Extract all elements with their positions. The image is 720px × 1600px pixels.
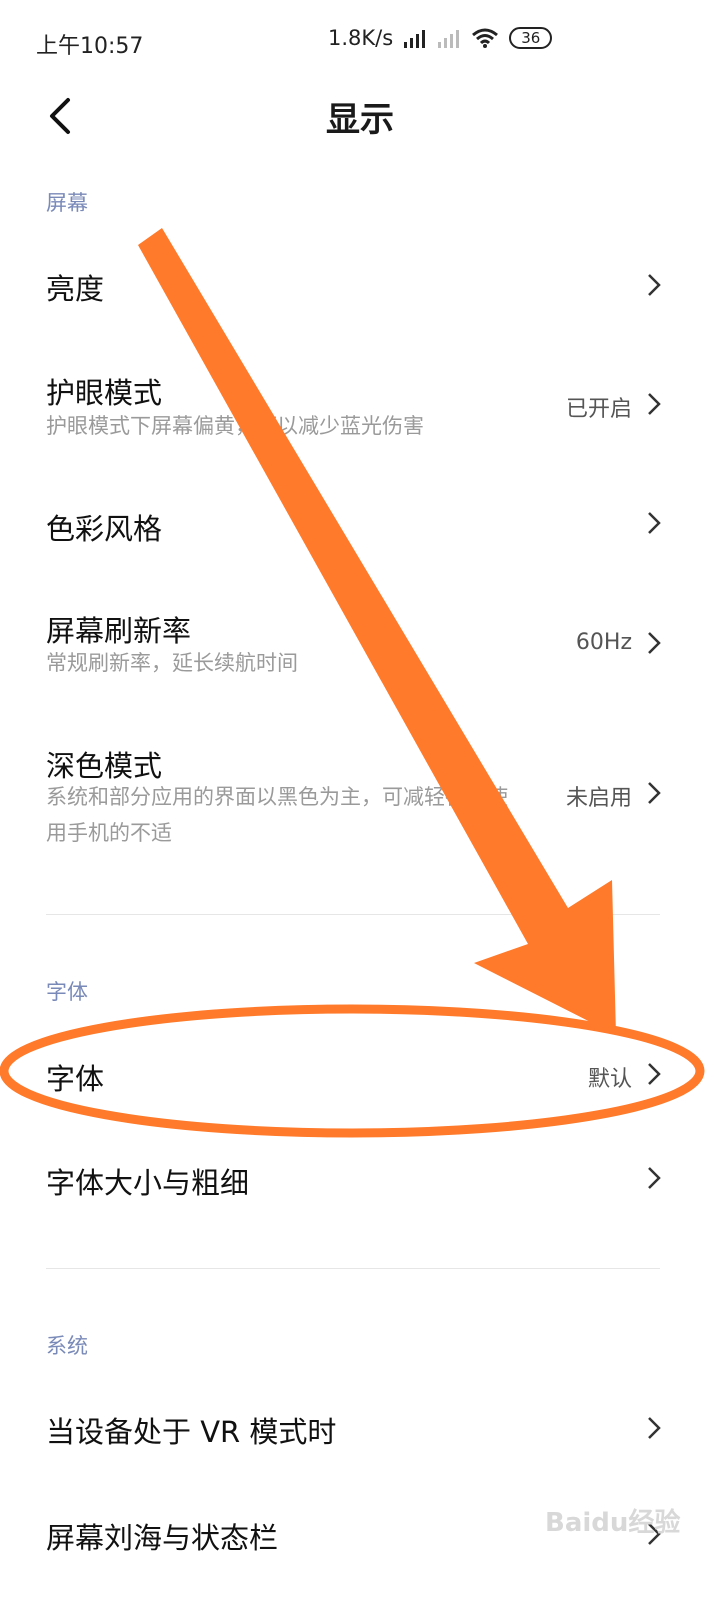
setting-value: 默认: [587, 1067, 632, 1092]
section-header-font: 字体: [46, 980, 88, 1004]
setting-font-size[interactable]: 字体大小与粗细: [0, 1130, 720, 1240]
chevron-right-icon: [648, 1063, 661, 1085]
watermark: Baidu经验: [545, 1508, 681, 1538]
setting-vr-mode[interactable]: 当设备处于 VR 模式时: [0, 1375, 720, 1485]
setting-title: 亮度: [46, 272, 105, 306]
setting-brightness[interactable]: 亮度: [0, 230, 720, 340]
setting-subtitle: 护眼模式下屏幕偏黄，可以减少蓝光伤害: [46, 414, 424, 438]
signal-2-icon: [438, 30, 460, 48]
section-header-system: 系统: [46, 1334, 88, 1358]
setting-color-style[interactable]: 色彩风格: [0, 470, 720, 580]
setting-dark-mode[interactable]: 深色模式 系统和部分应用的界面以黑色为主，可减轻夜间使用手机的不适 未启用: [0, 710, 720, 870]
setting-value: 60Hz: [575, 630, 632, 655]
signal-icon: [404, 30, 426, 48]
chevron-right-icon: [648, 632, 661, 654]
wifi-icon: [472, 28, 499, 48]
setting-font[interactable]: 字体 默认: [0, 1020, 720, 1130]
setting-title: 护眼模式: [46, 376, 163, 410]
setting-subtitle: 常规刷新率，延长续航时间: [46, 651, 298, 675]
setting-title: 屏幕刷新率: [46, 614, 192, 648]
chevron-right-icon: [648, 1167, 661, 1189]
setting-subtitle: 系统和部分应用的界面以黑色为主，可减轻夜间使用手机的不适: [46, 785, 508, 845]
chevron-right-icon: [648, 393, 661, 415]
chevron-right-icon: [648, 512, 661, 534]
page-title: 显示: [326, 100, 394, 140]
setting-title: 字体大小与粗细: [46, 1166, 250, 1200]
network-speed: 1.8K/s: [328, 26, 394, 50]
chevron-right-icon: [648, 782, 661, 804]
chevron-right-icon: [648, 274, 661, 296]
setting-title: 字体: [46, 1062, 105, 1096]
status-bar: 上午10:57 1.8K/s 36: [0, 0, 720, 80]
setting-eye-care[interactable]: 护眼模式 护眼模式下屏幕偏黄，可以减少蓝光伤害 已开启: [0, 340, 720, 470]
setting-refresh-rate[interactable]: 屏幕刷新率 常规刷新率，延长续航时间 60Hz: [0, 580, 720, 710]
status-indicators: 1.8K/s 36: [328, 26, 553, 50]
setting-value: 已开启: [565, 397, 632, 422]
section-header-screen: 屏幕: [46, 191, 88, 215]
battery-indicator: 36: [509, 27, 553, 49]
setting-title: 色彩风格: [46, 512, 163, 546]
divider: [46, 1268, 660, 1269]
title-bar: 显示: [0, 80, 720, 150]
setting-value: 未启用: [565, 786, 632, 811]
status-time: 上午10:57: [36, 34, 144, 59]
divider: [46, 914, 660, 915]
setting-title: 屏幕刘海与状态栏: [46, 1521, 279, 1555]
setting-title: 当设备处于 VR 模式时: [46, 1415, 337, 1449]
chevron-right-icon: [648, 1417, 661, 1439]
